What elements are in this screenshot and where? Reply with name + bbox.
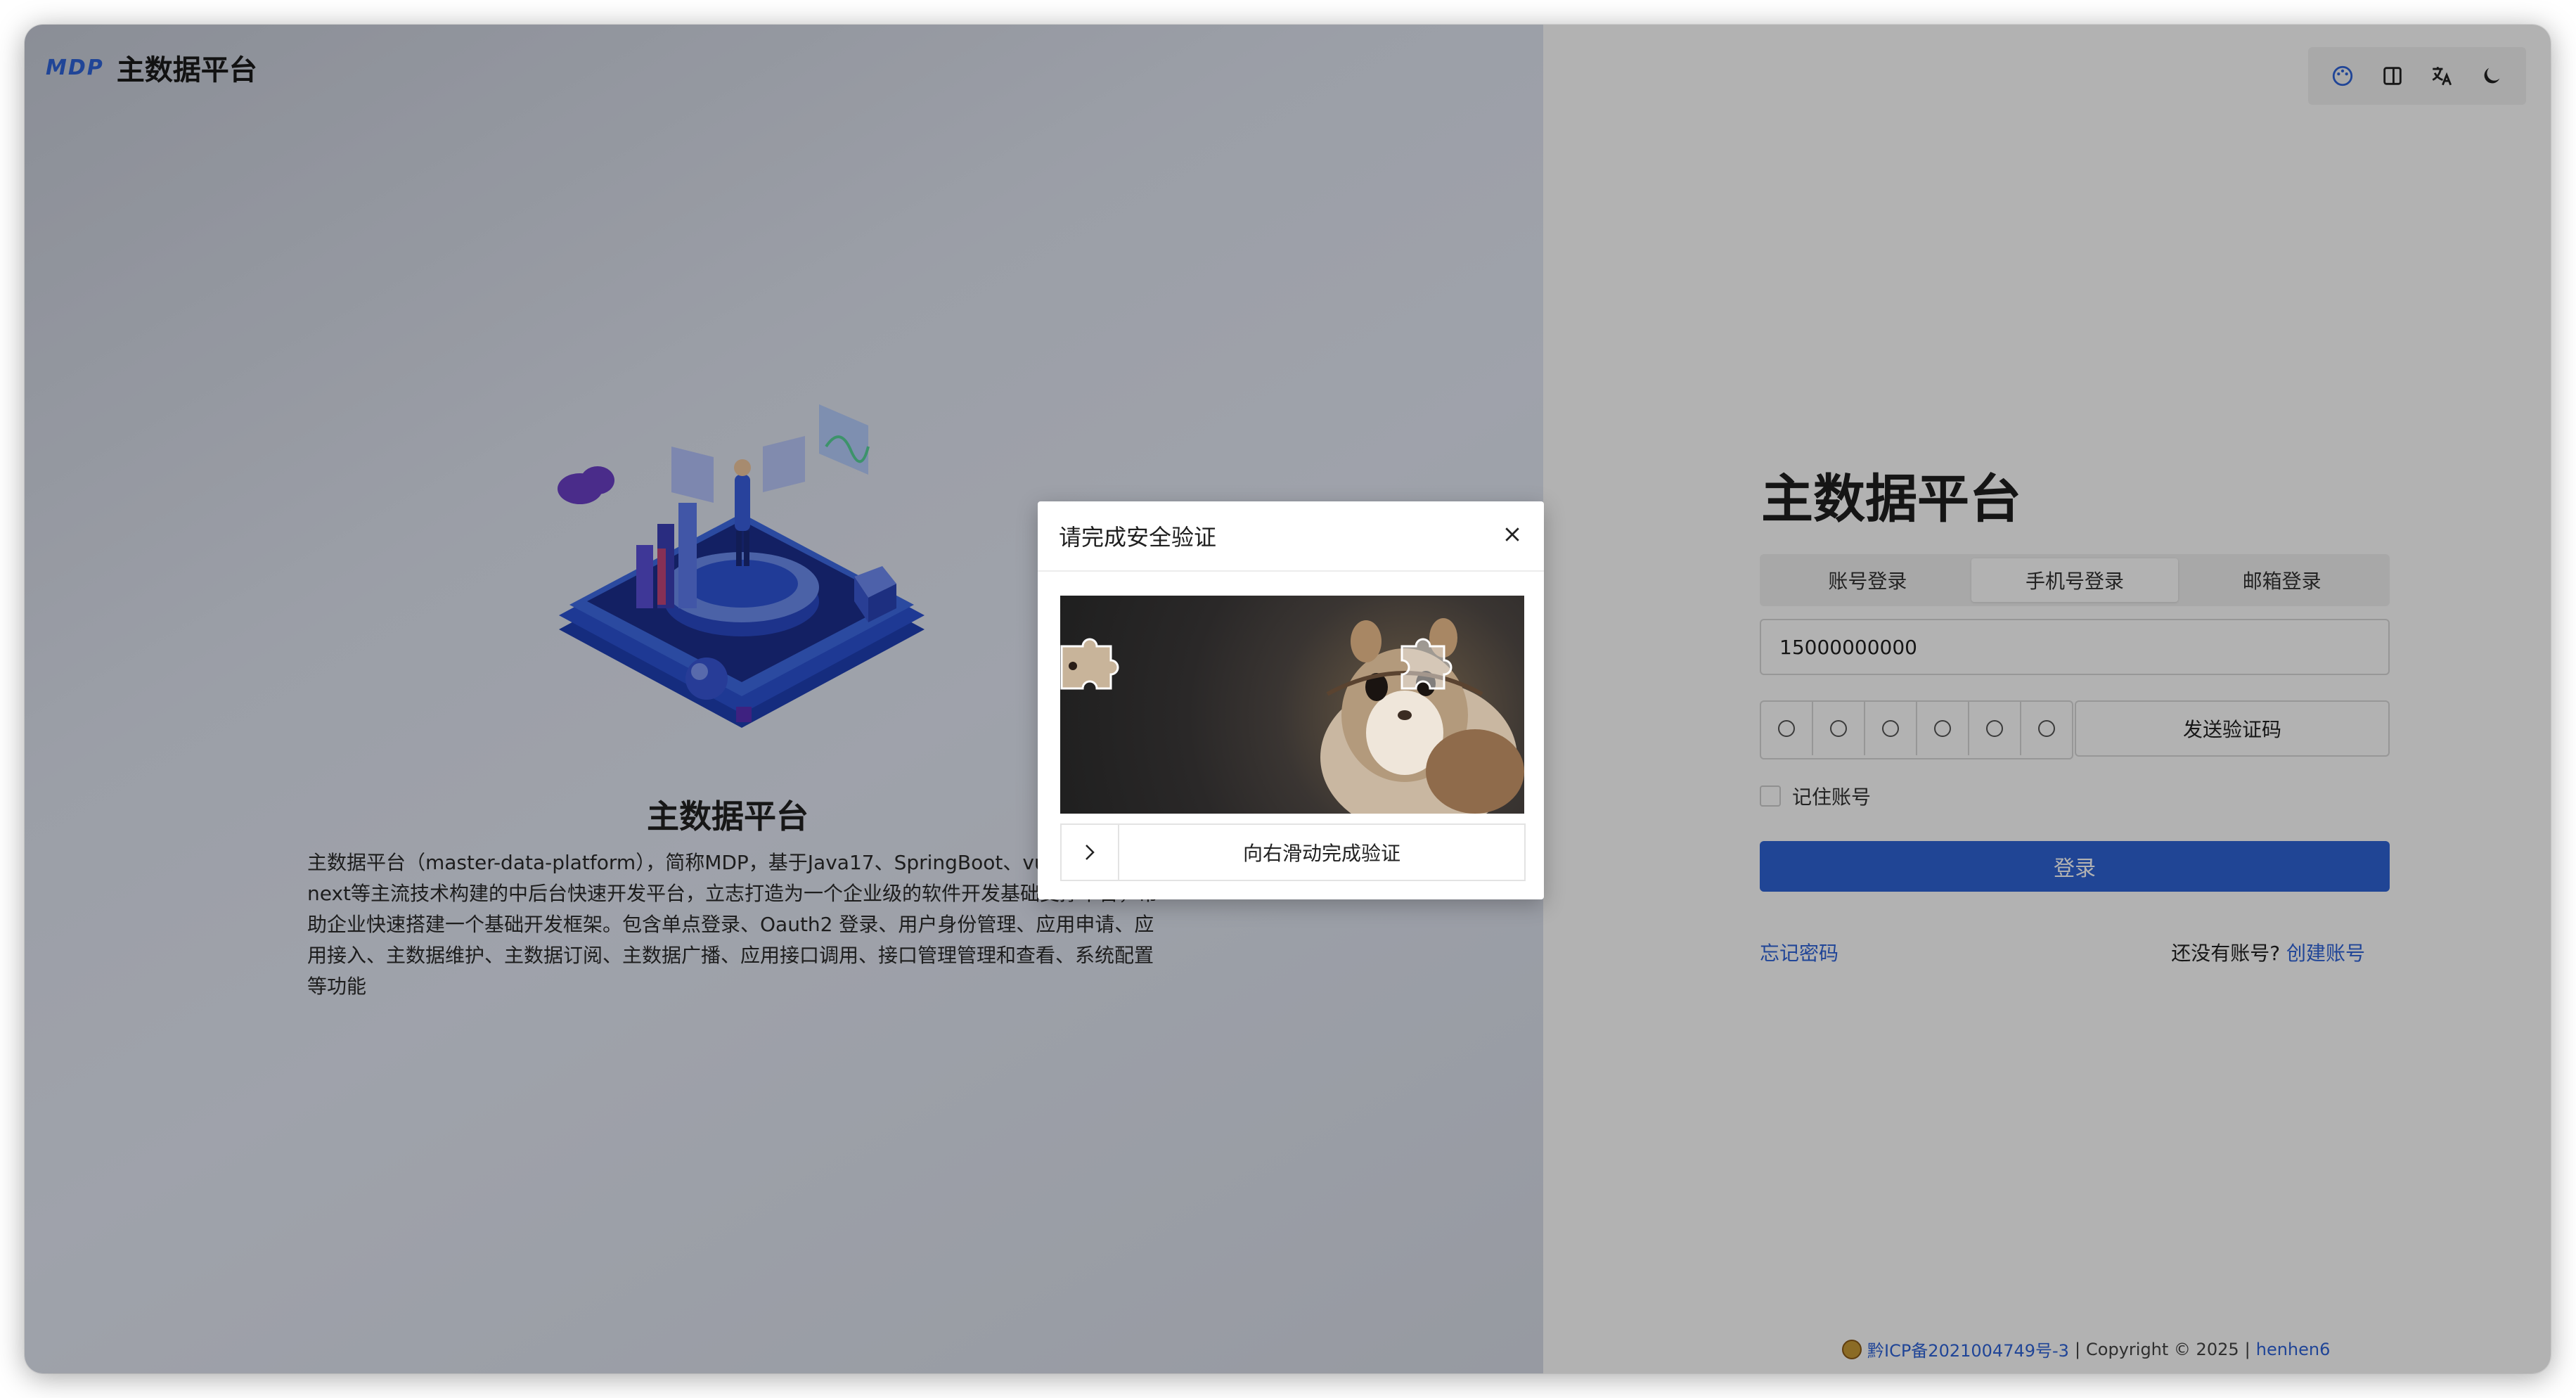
captcha-image [1060,596,1524,814]
close-icon[interactable] [1502,524,1523,548]
app-window: MDP 主数据平台 主数据平台 主数据平台（master-data-platfo… [25,25,2551,1373]
chevron-right-icon [1086,845,1095,860]
captcha-header: 请完成安全验证 [1038,501,1544,572]
puzzle-slot-icon [1400,638,1453,690]
captcha-dialog: 请完成安全验证 向右滑动完成验证 [1038,501,1544,899]
puzzle-piece-icon[interactable] [1060,632,1131,700]
slider-handle[interactable] [1062,825,1119,880]
captcha-slider[interactable]: 向右滑动完成验证 [1060,823,1526,881]
captcha-title: 请完成安全验证 [1059,524,1217,551]
slider-hint: 向右滑动完成验证 [1242,842,1400,865]
